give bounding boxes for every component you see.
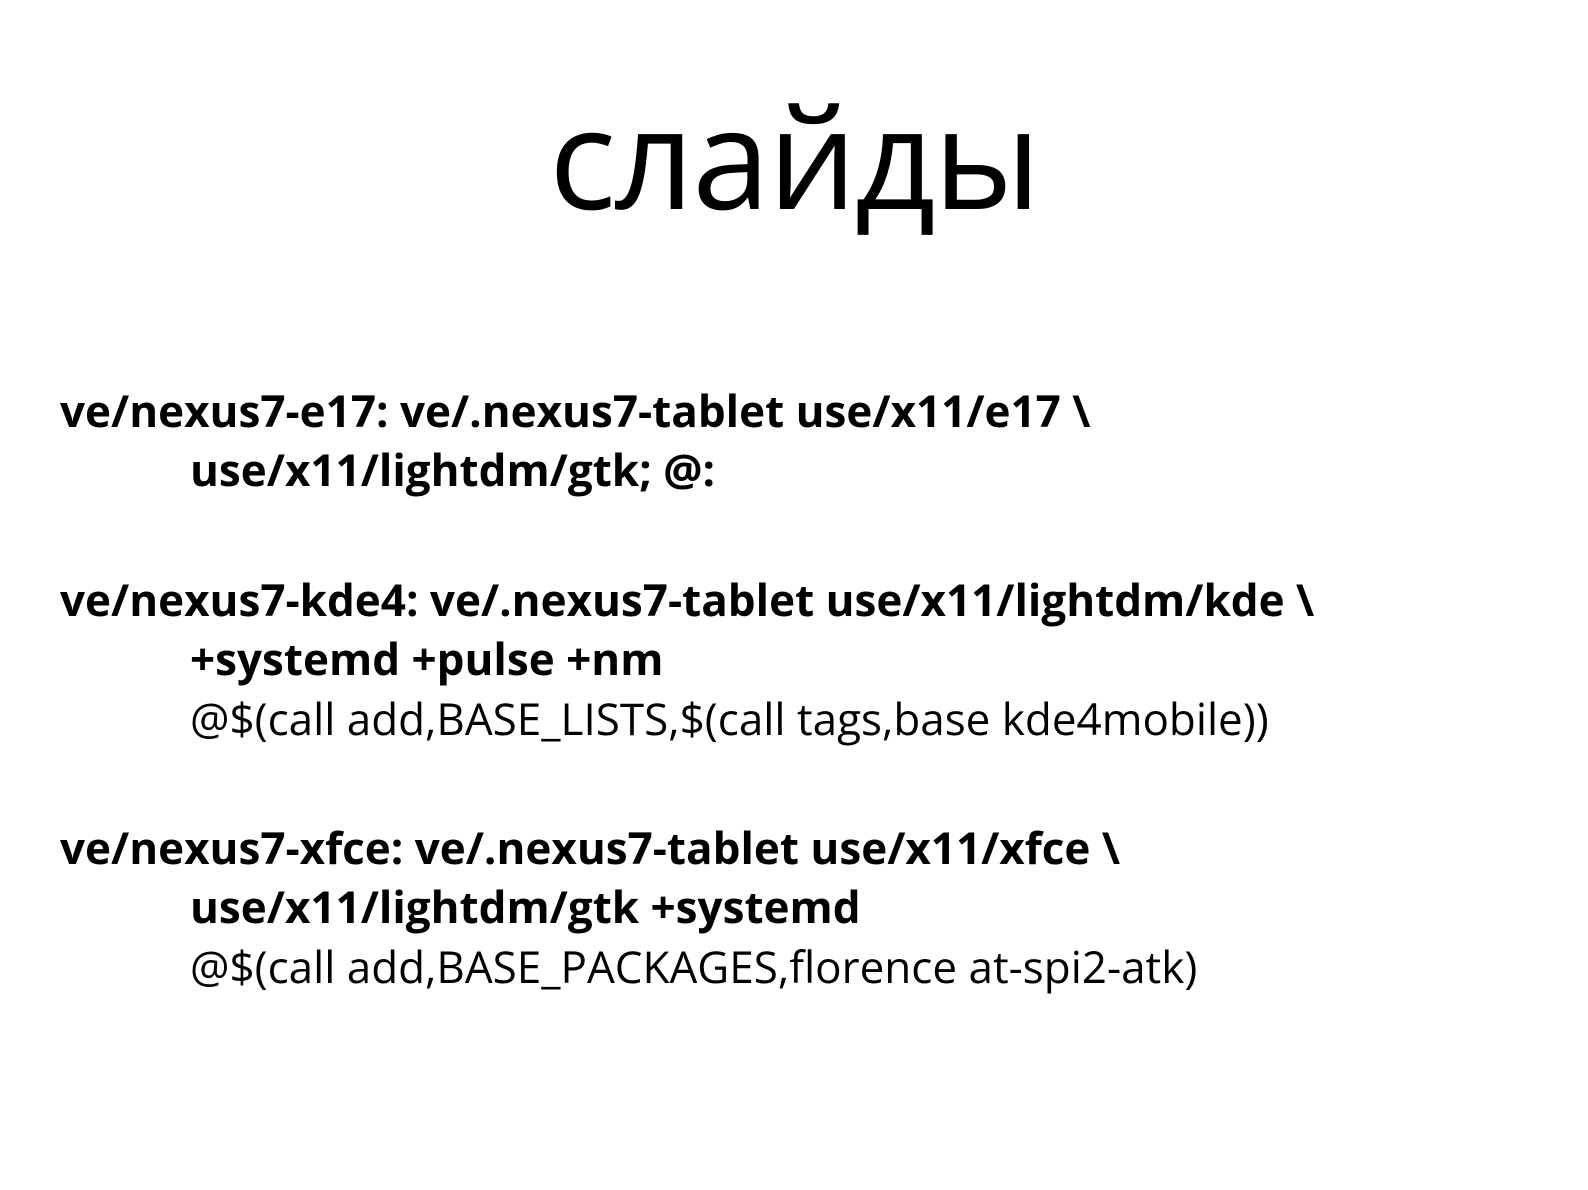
- code-line: use/x11/lightdm/gtk +systemd: [60, 877, 1528, 936]
- code-block-1: ve/nexus7-e17: ve/.nexus7-tablet use/x11…: [60, 381, 1528, 500]
- slide-title: слайды: [60, 60, 1528, 251]
- code-line: @$(call add,BASE_LISTS,$(call tags,base …: [60, 689, 1528, 748]
- code-line: +systemd +pulse +nm: [60, 629, 1528, 688]
- code-line: ve/nexus7-e17: ve/.nexus7-tablet use/x11…: [60, 381, 1528, 440]
- code-block-2: ve/nexus7-kde4: ve/.nexus7-tablet use/x1…: [60, 570, 1528, 748]
- code-line: use/x11/lightdm/gtk; @:: [60, 440, 1528, 499]
- code-block-3: ve/nexus7-xfce: ve/.nexus7-tablet use/x1…: [60, 818, 1528, 996]
- code-line: ve/nexus7-kde4: ve/.nexus7-tablet use/x1…: [60, 570, 1528, 629]
- code-line: @$(call add,BASE_PACKAGES,florence at-sp…: [60, 937, 1528, 996]
- code-line: ve/nexus7-xfce: ve/.nexus7-tablet use/x1…: [60, 818, 1528, 877]
